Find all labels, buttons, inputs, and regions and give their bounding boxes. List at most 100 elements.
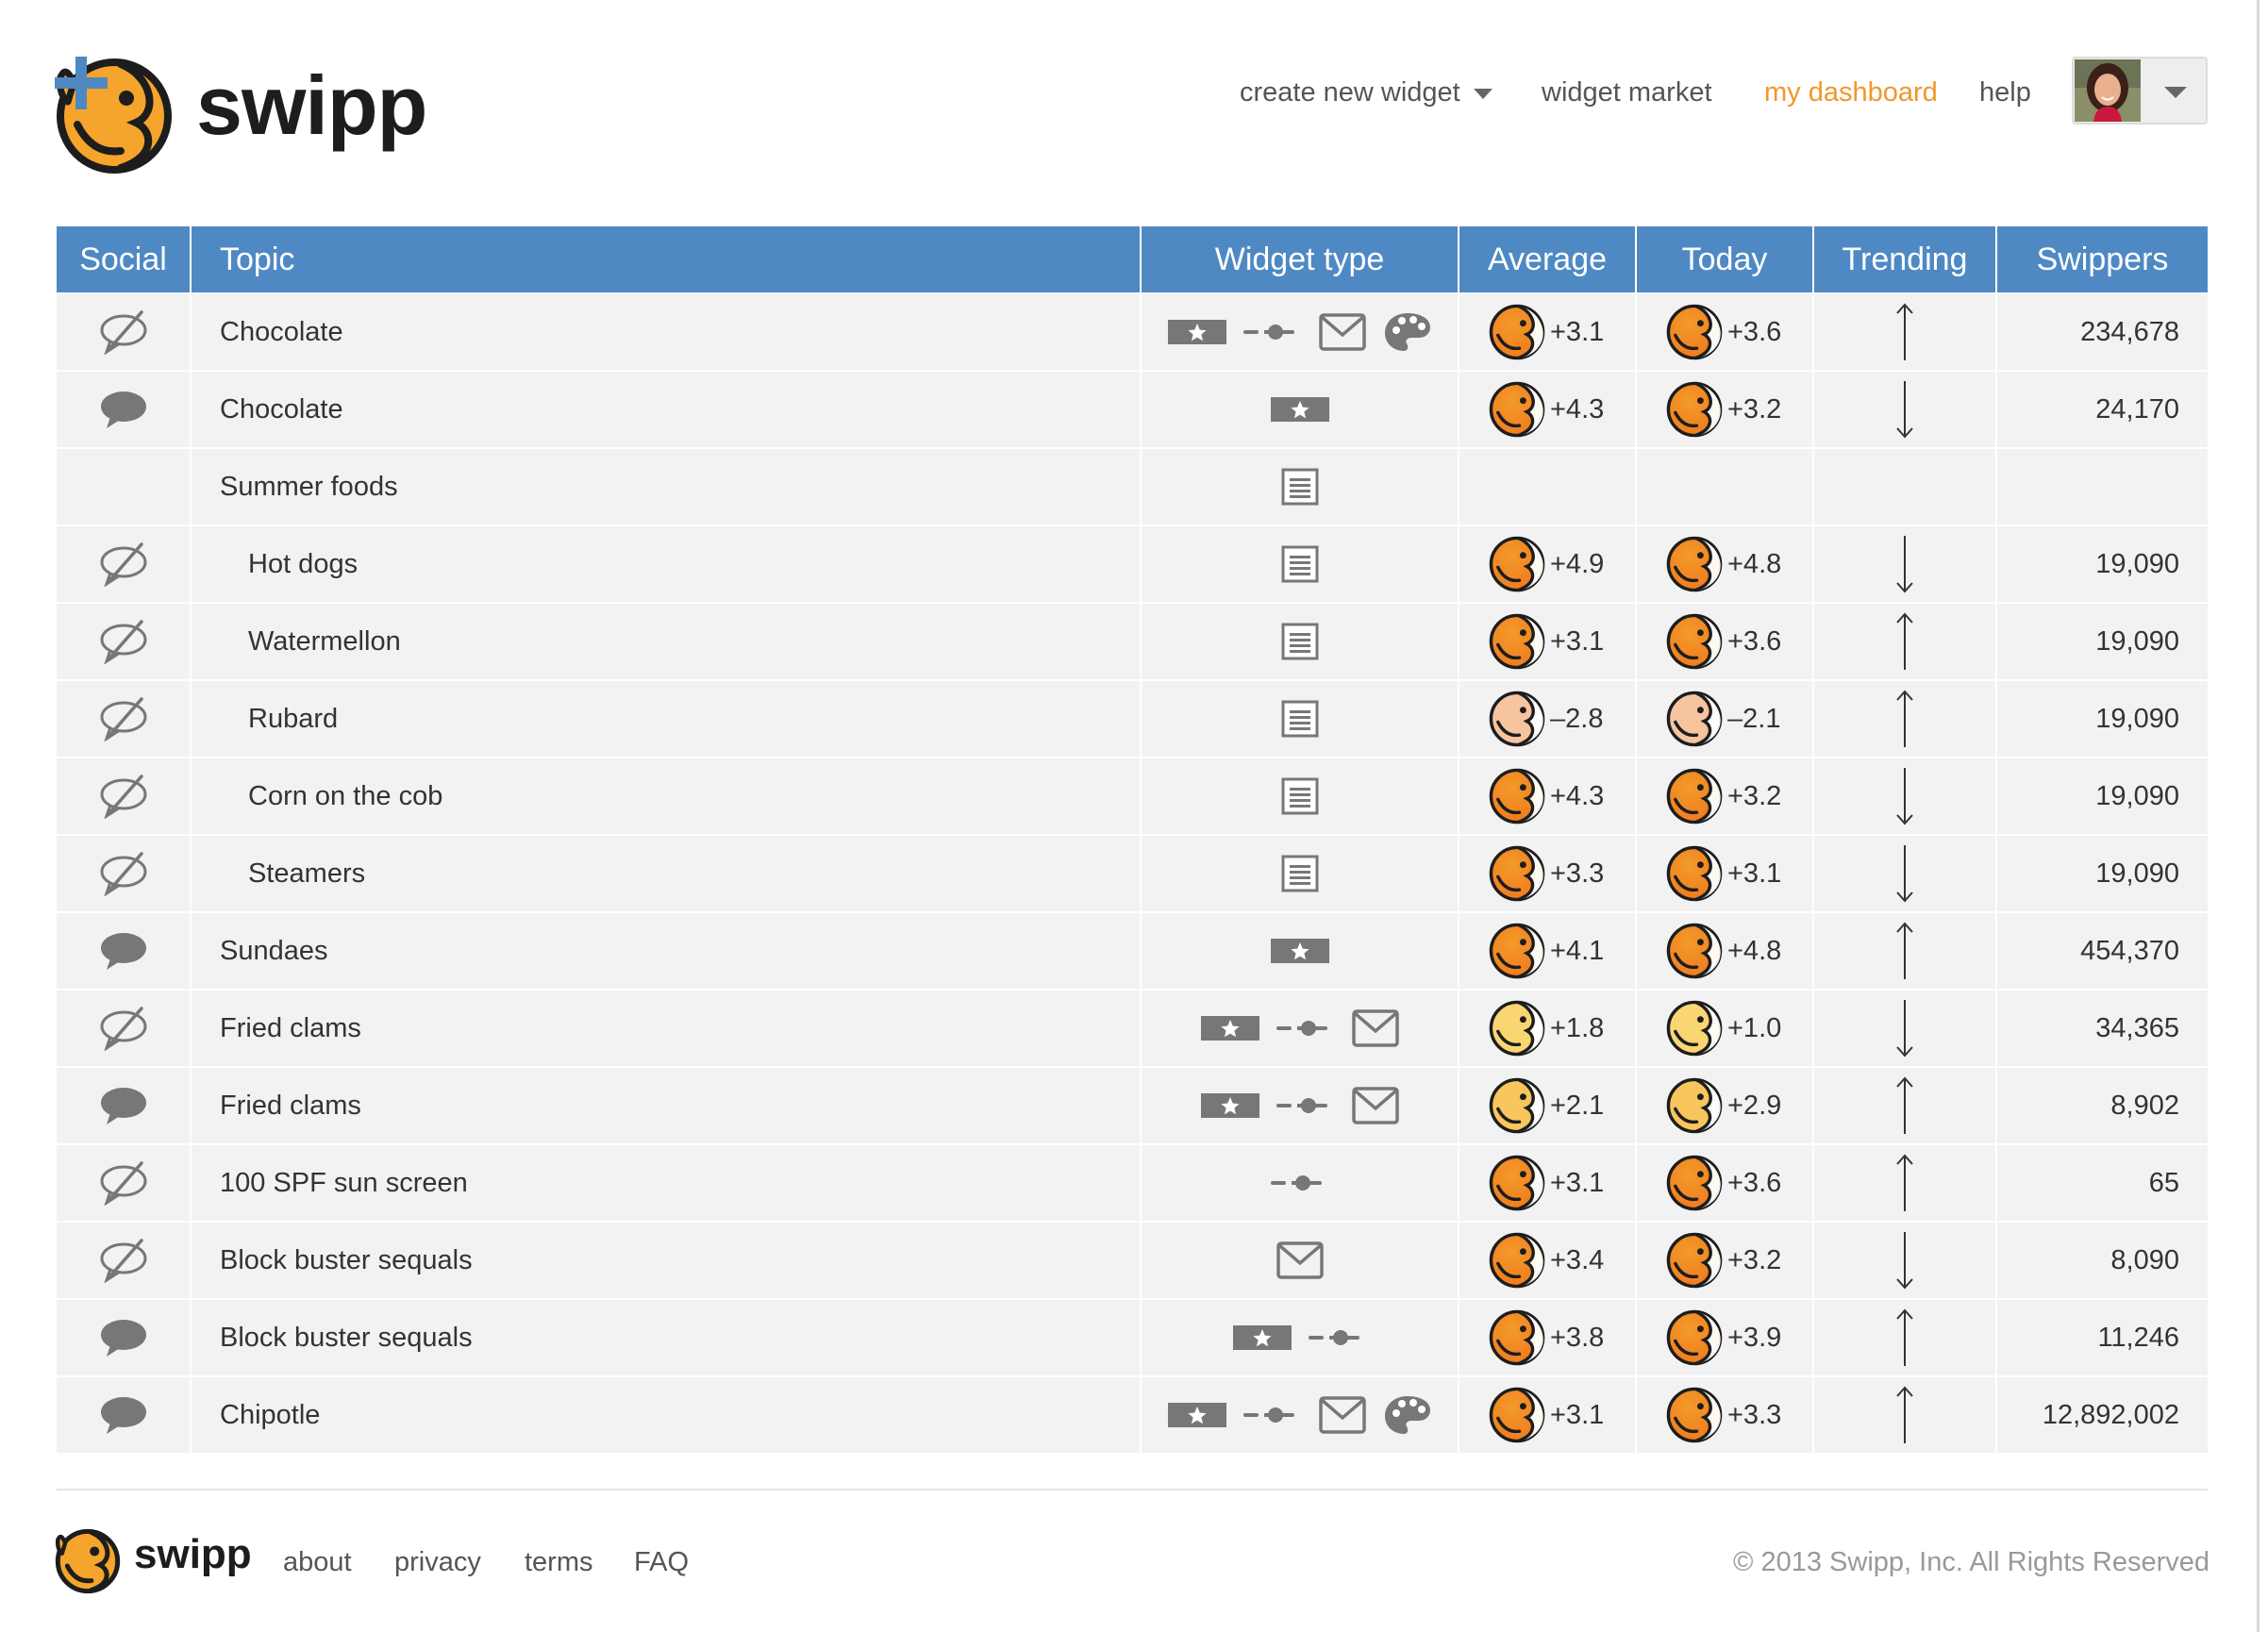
swipp-face-icon bbox=[1666, 1000, 1723, 1057]
swipp-footer-logo-icon[interactable] bbox=[55, 1528, 121, 1594]
swippers-cell: 454,370 bbox=[1997, 913, 2208, 989]
logo-wordmark: swipp bbox=[196, 58, 427, 152]
swippers-cell: 19,090 bbox=[1997, 758, 2208, 834]
table-row[interactable]: Fried clams +2.1 +2.9 8,902 bbox=[57, 1066, 2208, 1143]
face-wrap bbox=[1665, 922, 1724, 980]
nav-help[interactable]: help bbox=[1979, 66, 2031, 119]
column-header-swippers[interactable]: Swippers bbox=[1997, 226, 2208, 292]
table-row[interactable]: Steamers +3.3 +3.1 19,090 bbox=[57, 834, 2208, 911]
footer-link-terms[interactable]: terms bbox=[525, 1543, 593, 1581]
nav-create-new-widget[interactable]: create new widget bbox=[1240, 66, 1493, 119]
topic-cell[interactable]: Watermellon bbox=[192, 604, 1142, 679]
today-score: +4.8 bbox=[1727, 548, 1782, 579]
nav-my-dashboard[interactable]: my dashboard bbox=[1764, 66, 1938, 119]
comment-icon[interactable] bbox=[99, 1085, 148, 1126]
comment-disabled-icon[interactable] bbox=[98, 851, 149, 896]
table-row[interactable]: Corn on the cob +4.3 +3.2 19,090 bbox=[57, 757, 2208, 834]
column-header-trending[interactable]: Trending bbox=[1814, 226, 1997, 292]
topic-cell[interactable]: Sundaes bbox=[192, 913, 1142, 989]
table-row[interactable]: Chocolate +4.3 +3.2 24,170 bbox=[57, 370, 2208, 447]
topic-label: 100 SPF sun screen bbox=[220, 1167, 468, 1198]
average-cell: +4.3 bbox=[1459, 758, 1637, 834]
swippers-cell: 24,170 bbox=[1997, 372, 2208, 447]
user-menu-button[interactable] bbox=[2072, 57, 2208, 125]
topic-cell[interactable]: Steamers bbox=[192, 836, 1142, 911]
swipp-face-icon bbox=[1489, 768, 1545, 824]
table-row[interactable]: Fried clams +1.8 +1.0 34,365 bbox=[57, 989, 2208, 1066]
average-cell: +3.3 bbox=[1459, 836, 1637, 911]
topic-cell[interactable]: Summer foods bbox=[192, 449, 1142, 525]
face-wrap bbox=[1488, 922, 1546, 980]
star-rating-widget-icon bbox=[1270, 939, 1329, 963]
table-row[interactable]: Block buster sequals +3.8 +3.9 11,246 bbox=[57, 1298, 2208, 1375]
swipp-face-icon bbox=[1666, 1387, 1723, 1443]
footer-link-about[interactable]: about bbox=[283, 1543, 352, 1581]
table-row[interactable]: Summer foods bbox=[57, 447, 2208, 525]
today-cell: +3.2 bbox=[1637, 1223, 1814, 1298]
table-row[interactable]: Chocolate +3.1 +3.6 234,678 bbox=[57, 292, 2208, 370]
column-header-social[interactable]: Social bbox=[57, 226, 192, 292]
comment-icon[interactable] bbox=[99, 930, 148, 972]
today-cell: +2.9 bbox=[1637, 1068, 1814, 1143]
table-row[interactable]: Block buster sequals +3.4 +3.2 8,090 bbox=[57, 1221, 2208, 1298]
column-header-topic[interactable]: Topic bbox=[192, 226, 1142, 292]
social-cell bbox=[57, 913, 192, 989]
widget-type-cell bbox=[1142, 991, 1459, 1066]
footer-link-privacy[interactable]: privacy bbox=[394, 1543, 481, 1581]
footer-link-faq[interactable]: FAQ bbox=[634, 1543, 689, 1581]
topic-cell[interactable]: Chocolate bbox=[192, 294, 1142, 370]
topic-cell[interactable]: Corn on the cob bbox=[192, 758, 1142, 834]
plus-icon bbox=[55, 57, 108, 109]
table-row[interactable]: Watermellon +3.1 +3.6 19,090 bbox=[57, 602, 2208, 679]
topic-label: Hot dogs bbox=[248, 548, 359, 579]
table-row[interactable]: Hot dogs +4.9 +4.8 19,090 bbox=[57, 525, 2208, 602]
topic-cell[interactable]: 100 SPF sun screen bbox=[192, 1145, 1142, 1221]
topic-cell[interactable]: Chipotle bbox=[192, 1377, 1142, 1453]
table-row[interactable]: 100 SPF sun screen +3.1 +3.6 65 bbox=[57, 1143, 2208, 1221]
topic-cell[interactable]: Fried clams bbox=[192, 991, 1142, 1066]
star-rating-widget-icon bbox=[1270, 397, 1329, 422]
comment-icon[interactable] bbox=[99, 1317, 148, 1358]
widget-type-cell bbox=[1142, 836, 1459, 911]
widget-type-cell bbox=[1142, 604, 1459, 679]
topic-cell[interactable]: Block buster sequals bbox=[192, 1300, 1142, 1375]
social-cell bbox=[57, 991, 192, 1066]
table-row[interactable]: Chipotle +3.1 +3.3 12,892,002 bbox=[57, 1375, 2208, 1453]
face-wrap bbox=[1665, 303, 1724, 361]
topic-cell[interactable]: Chocolate bbox=[192, 372, 1142, 447]
comment-icon[interactable] bbox=[99, 1394, 148, 1436]
topic-cell[interactable]: Fried clams bbox=[192, 1068, 1142, 1143]
column-header-today[interactable]: Today bbox=[1637, 226, 1814, 292]
average-score: +3.1 bbox=[1550, 625, 1605, 657]
comment-disabled-icon[interactable] bbox=[98, 1160, 149, 1206]
nav-widget-market[interactable]: widget market bbox=[1542, 66, 1712, 119]
comment-disabled-icon[interactable] bbox=[98, 696, 149, 741]
social-cell bbox=[57, 1068, 192, 1143]
comment-disabled-icon[interactable] bbox=[98, 541, 149, 587]
topic-cell[interactable]: Block buster sequals bbox=[192, 1223, 1142, 1298]
swippers-count: 11,246 bbox=[2097, 1322, 2179, 1353]
topic-cell[interactable]: Hot dogs bbox=[192, 526, 1142, 602]
face-wrap bbox=[1488, 767, 1546, 825]
comment-disabled-icon[interactable] bbox=[98, 1006, 149, 1051]
table-row[interactable]: Rubard –2.8 –2.1 19,090 bbox=[57, 679, 2208, 757]
face-wrap bbox=[1488, 1231, 1546, 1290]
slider-widget-icon bbox=[1308, 1330, 1359, 1345]
comment-disabled-icon[interactable] bbox=[98, 774, 149, 819]
footer-wordmark: swipp bbox=[134, 1531, 252, 1577]
swipp-face-icon bbox=[1666, 1077, 1723, 1134]
swippers-count: 12,892,002 bbox=[2042, 1399, 2179, 1430]
face-wrap bbox=[1665, 1231, 1724, 1290]
swipp-face-icon bbox=[1666, 1232, 1723, 1289]
comment-disabled-icon[interactable] bbox=[98, 619, 149, 664]
today-score: +3.9 bbox=[1727, 1322, 1782, 1353]
comment-icon[interactable] bbox=[99, 389, 148, 430]
face-wrap bbox=[1488, 303, 1546, 361]
topic-cell[interactable]: Rubard bbox=[192, 681, 1142, 757]
table-row[interactable]: Sundaes +4.1 +4.8 454,370 bbox=[57, 911, 2208, 989]
swipp-logo[interactable]: swipp bbox=[55, 55, 451, 177]
column-header-widget-type[interactable]: Widget type bbox=[1142, 226, 1459, 292]
comment-disabled-icon[interactable] bbox=[98, 1238, 149, 1283]
column-header-average[interactable]: Average bbox=[1459, 226, 1637, 292]
comment-disabled-icon[interactable] bbox=[98, 309, 149, 355]
